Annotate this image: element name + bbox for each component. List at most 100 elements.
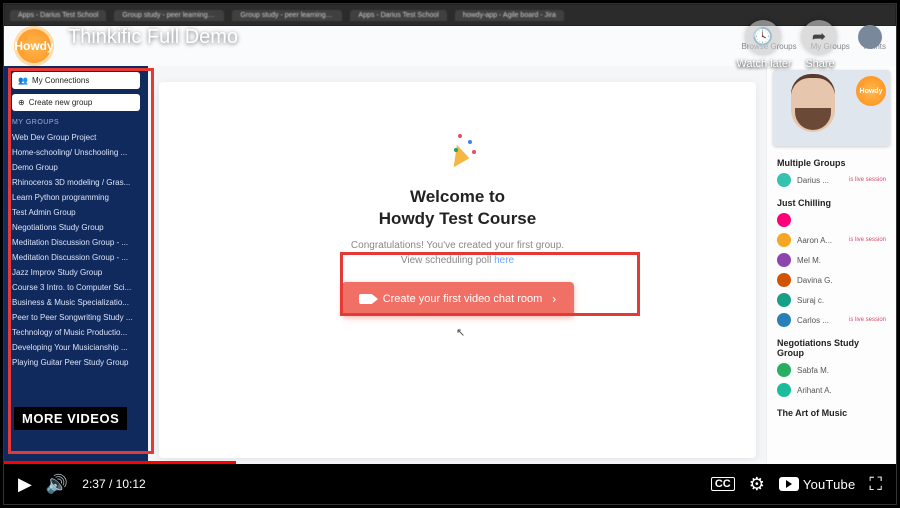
mouse-cursor-icon: ↖ [456,326,465,339]
presenter-webcam: Howdy [773,70,890,146]
member-name: Darius ... [797,176,829,185]
sidebar-item[interactable]: Demo Group [12,160,140,175]
avatar-icon [777,233,791,247]
member-name: Aaron A... [797,236,832,245]
member-row[interactable]: Suraj c. [767,290,896,310]
avatar-icon [777,253,791,267]
member-name: Davina G. [797,276,833,285]
video-frame: Apps - Darius Test School Group study - … [3,3,897,505]
sidebar-item[interactable]: Business & Music Specializatio... [12,295,140,310]
more-videos-overlay[interactable]: MORE VIDEOS [14,407,127,430]
sidebar-item[interactable]: Playing Guitar Peer Study Group [12,355,140,370]
welcome-line1: Welcome to [379,186,536,208]
sidebar-item[interactable]: Home-schooling/ Unschooling ... [12,145,140,160]
sidebar-item[interactable]: Technology of Music Productio... [12,325,140,340]
browser-tab[interactable]: Apps - Darius Test School [10,10,106,21]
avatar-icon [777,213,791,227]
volume-button[interactable]: 🔊 [46,474,68,495]
poll-link[interactable]: here [494,255,514,266]
captions-button[interactable]: CC [711,477,735,491]
cta-label: Create your first video chat room [383,293,543,305]
member-row[interactable] [767,210,896,230]
member-name: Mel M. [797,256,821,265]
browser-tab[interactable]: howdy-app - Agile board - Jira [455,10,564,21]
time-current: 2:37 [82,477,105,491]
sidebar-item[interactable]: Jazz Improv Study Group [12,265,140,280]
video-camera-icon [359,294,373,304]
member-row[interactable]: Arihant A. [767,380,896,400]
share-label: Share [780,58,860,70]
share-button[interactable]: ➦ [802,20,836,54]
share-wrap: ➦ Share [802,20,836,54]
watch-later-wrap: 🕓 Watch later [746,20,780,54]
youtube-play-icon [779,477,799,491]
player-controls: ▶ 🔊 2:37 / 10:12 CC ⚙ YouTube ⛶ [4,464,896,504]
member-row[interactable]: Mel M. [767,250,896,270]
youtube-brand-text: YouTube [803,477,856,492]
sidebar-item[interactable]: Rhinoceros 3D modeling / Gras... [12,175,140,190]
member-row[interactable]: Davina G. [767,270,896,290]
section-title: Negotiations Study Group [767,330,896,360]
avatar-icon [777,293,791,307]
sidebar-item[interactable]: Test Admin Group [12,205,140,220]
watch-later-button[interactable]: 🕓 [746,20,780,54]
section-title: Just Chilling [767,190,896,210]
youtube-top-actions: 🕓 Watch later ➦ Share [746,20,882,54]
avatar-icon [777,313,791,327]
live-badge: is live session [849,237,886,243]
channel-avatar[interactable] [858,25,882,49]
confetti-icon [436,128,480,172]
my-connections-button[interactable]: 👥 My Connections [12,72,140,89]
create-video-room-button[interactable]: Create your first video chat room › [342,282,574,316]
browser-tab[interactable]: Group study - peer learning - yo... [232,10,342,21]
member-name: Suraj c. [797,296,824,305]
my-groups-heading: MY GROUPS [12,119,140,126]
welcome-heading: Welcome to Howdy Test Course [379,186,536,230]
member-name: Arihant A. [797,386,832,395]
chevron-right-icon: › [552,292,556,306]
fullscreen-button[interactable]: ⛶ [869,474,882,495]
section-title: Multiple Groups [767,150,896,170]
sidebar-item[interactable]: Course 3 Intro. to Computer Sci... [12,280,140,295]
member-row[interactable]: Aaron A... is live session [767,230,896,250]
member-name: Carlos ... [797,316,829,325]
create-group-label: Create new group [29,98,93,107]
member-row[interactable]: Sabfa M. [767,360,896,380]
share-arrow-icon: ➦ [812,27,826,47]
sidebar-item[interactable]: Peer to Peer Songwriting Study ... [12,310,140,325]
howdy-badge-icon: Howdy [856,76,886,106]
sidebar-item[interactable]: Meditation Discussion Group - ... [12,250,140,265]
howdy-logo[interactable]: Howdy [14,26,54,66]
congrats-text: Congratulations! You've created your fir… [351,240,564,251]
browser-tab[interactable]: Apps - Darius Test School [350,10,446,21]
people-icon: 👥 [18,76,28,85]
poll-prefix: View scheduling poll [401,255,494,266]
logo-text: Howdy [14,39,53,53]
sidebar-item[interactable]: Negotiations Study Group [12,220,140,235]
youtube-logo[interactable]: YouTube [779,477,856,492]
main-welcome-card: Welcome to Howdy Test Course Congratulat… [159,82,756,458]
browser-tab[interactable]: Group study - peer learning - yo... [114,10,224,21]
presence-panel: Howdy Multiple Groups Darius ...is live … [766,66,896,464]
member-name: Sabfa M. [797,366,829,375]
member-row[interactable]: Carlos ...is live session [767,310,896,330]
section-title: The Art of Music [767,400,896,420]
clock-icon: 🕓 [752,27,773,47]
sidebar-item[interactable]: Developing Your Musicianship ... [12,340,140,355]
play-button[interactable]: ▶ [18,474,32,495]
avatar-icon [777,383,791,397]
pip-label: Howdy [860,88,883,95]
video-title[interactable]: Thinkific Full Demo [68,26,238,49]
settings-gear-icon[interactable]: ⚙ [749,474,765,495]
time-total: 10:12 [116,477,146,491]
sidebar-item[interactable]: Learn Python programming [12,190,140,205]
create-group-button[interactable]: ⊕ Create new group [12,94,140,111]
welcome-line2: Howdy Test Course [379,208,536,230]
sidebar: 👥 My Connections ⊕ Create new group MY G… [4,66,148,464]
time-display: 2:37 / 10:12 [82,477,145,491]
member-row[interactable]: Darius ...is live session [767,170,896,190]
my-connections-label: My Connections [32,76,89,85]
sidebar-item[interactable]: Web Dev Group Project [12,130,140,145]
plus-circle-icon: ⊕ [18,98,25,107]
sidebar-item[interactable]: Meditation Discussion Group - ... [12,235,140,250]
